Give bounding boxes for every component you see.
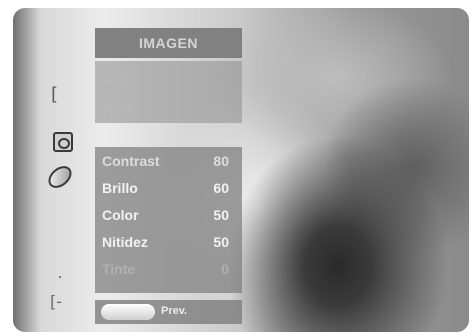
setting-row-brillo[interactable]: Brillo 60 bbox=[95, 176, 242, 202]
setting-value: 0 bbox=[221, 261, 229, 277]
setting-row-tinte[interactable]: Tinte 0 bbox=[95, 257, 242, 283]
setting-label: Contrast bbox=[102, 153, 160, 169]
setting-label: Nitidez bbox=[102, 234, 148, 250]
submenu-item-acc[interactable]: ACC bbox=[103, 100, 133, 116]
setting-value: 50 bbox=[213, 207, 229, 223]
setting-value: 60 bbox=[213, 180, 229, 196]
tv-screen: [ [- IMAGEN APC ACC Contrast 80 Brillo 6… bbox=[13, 8, 469, 332]
settings-list: Contrast 80 Brillo 60 Color 50 Nitidez 5… bbox=[95, 147, 242, 293]
prev-label: Prev. bbox=[161, 305, 188, 317]
setting-label: Brillo bbox=[102, 180, 138, 196]
prev-button-pill[interactable] bbox=[101, 304, 155, 320]
submenu-panel: APC ACC bbox=[95, 61, 242, 123]
setting-value: 80 bbox=[213, 153, 229, 169]
setting-label: Color bbox=[102, 207, 139, 223]
setting-row-contrast[interactable]: Contrast 80 bbox=[95, 149, 242, 175]
oval-disc-icon[interactable] bbox=[44, 161, 76, 193]
submenu-item-apc[interactable]: APC bbox=[103, 71, 133, 87]
setting-value: 50 bbox=[213, 234, 229, 250]
bracket-arrow-icon[interactable]: [- bbox=[50, 294, 62, 310]
picture-square-icon[interactable] bbox=[53, 132, 73, 152]
dot-icon bbox=[59, 276, 61, 278]
setting-row-color[interactable]: Color 50 bbox=[95, 203, 242, 229]
menu-footer: Prev. bbox=[95, 300, 242, 324]
menu-title: IMAGEN bbox=[95, 28, 242, 58]
setting-label: Tinte bbox=[102, 261, 136, 277]
bracket-icon[interactable]: [ bbox=[51, 86, 58, 104]
menu-title-text: IMAGEN bbox=[139, 35, 198, 51]
setting-row-nitidez[interactable]: Nitidez 50 bbox=[95, 230, 242, 256]
side-icon-column: [ [- bbox=[13, 8, 76, 332]
